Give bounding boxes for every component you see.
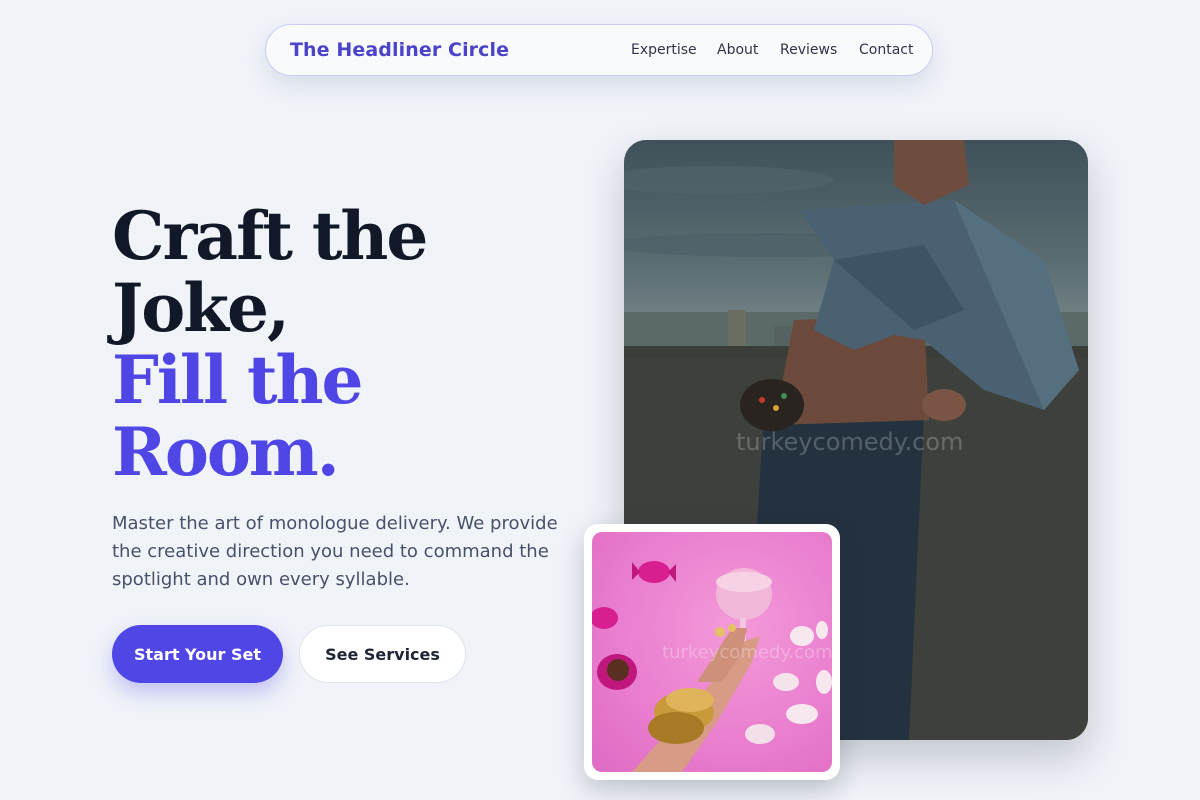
inset-photo: turkeycomedy.com [592,532,832,772]
hero-headline: Craft the Joke, Fill the Room. [112,197,428,491]
headline-line-2: Joke, [112,269,290,347]
nav-link-expertise[interactable]: Expertise [631,42,697,58]
inset-photo-card: turkeycomedy.com [584,524,840,780]
start-your-set-button[interactable]: Start Your Set [112,625,283,683]
brand-logo[interactable]: The Headliner Circle [290,39,509,61]
see-services-button[interactable]: See Services [299,625,466,683]
headline-line-3: Fill the [112,341,364,419]
nav-link-reviews[interactable]: Reviews [780,42,837,58]
headline-line-1: Craft the [112,197,428,275]
top-navigation: The Headliner Circle Expertise About Rev… [265,24,933,76]
main-photo-watermark: turkeycomedy.com [736,428,964,456]
hero-description: Master the art of monologue delivery. We… [112,513,558,590]
inset-photo-watermark: turkeycomedy.com [662,642,832,663]
nav-link-contact[interactable]: Contact [859,42,913,58]
nav-link-about[interactable]: About [717,42,758,58]
headline-line-4: Room. [112,413,340,491]
